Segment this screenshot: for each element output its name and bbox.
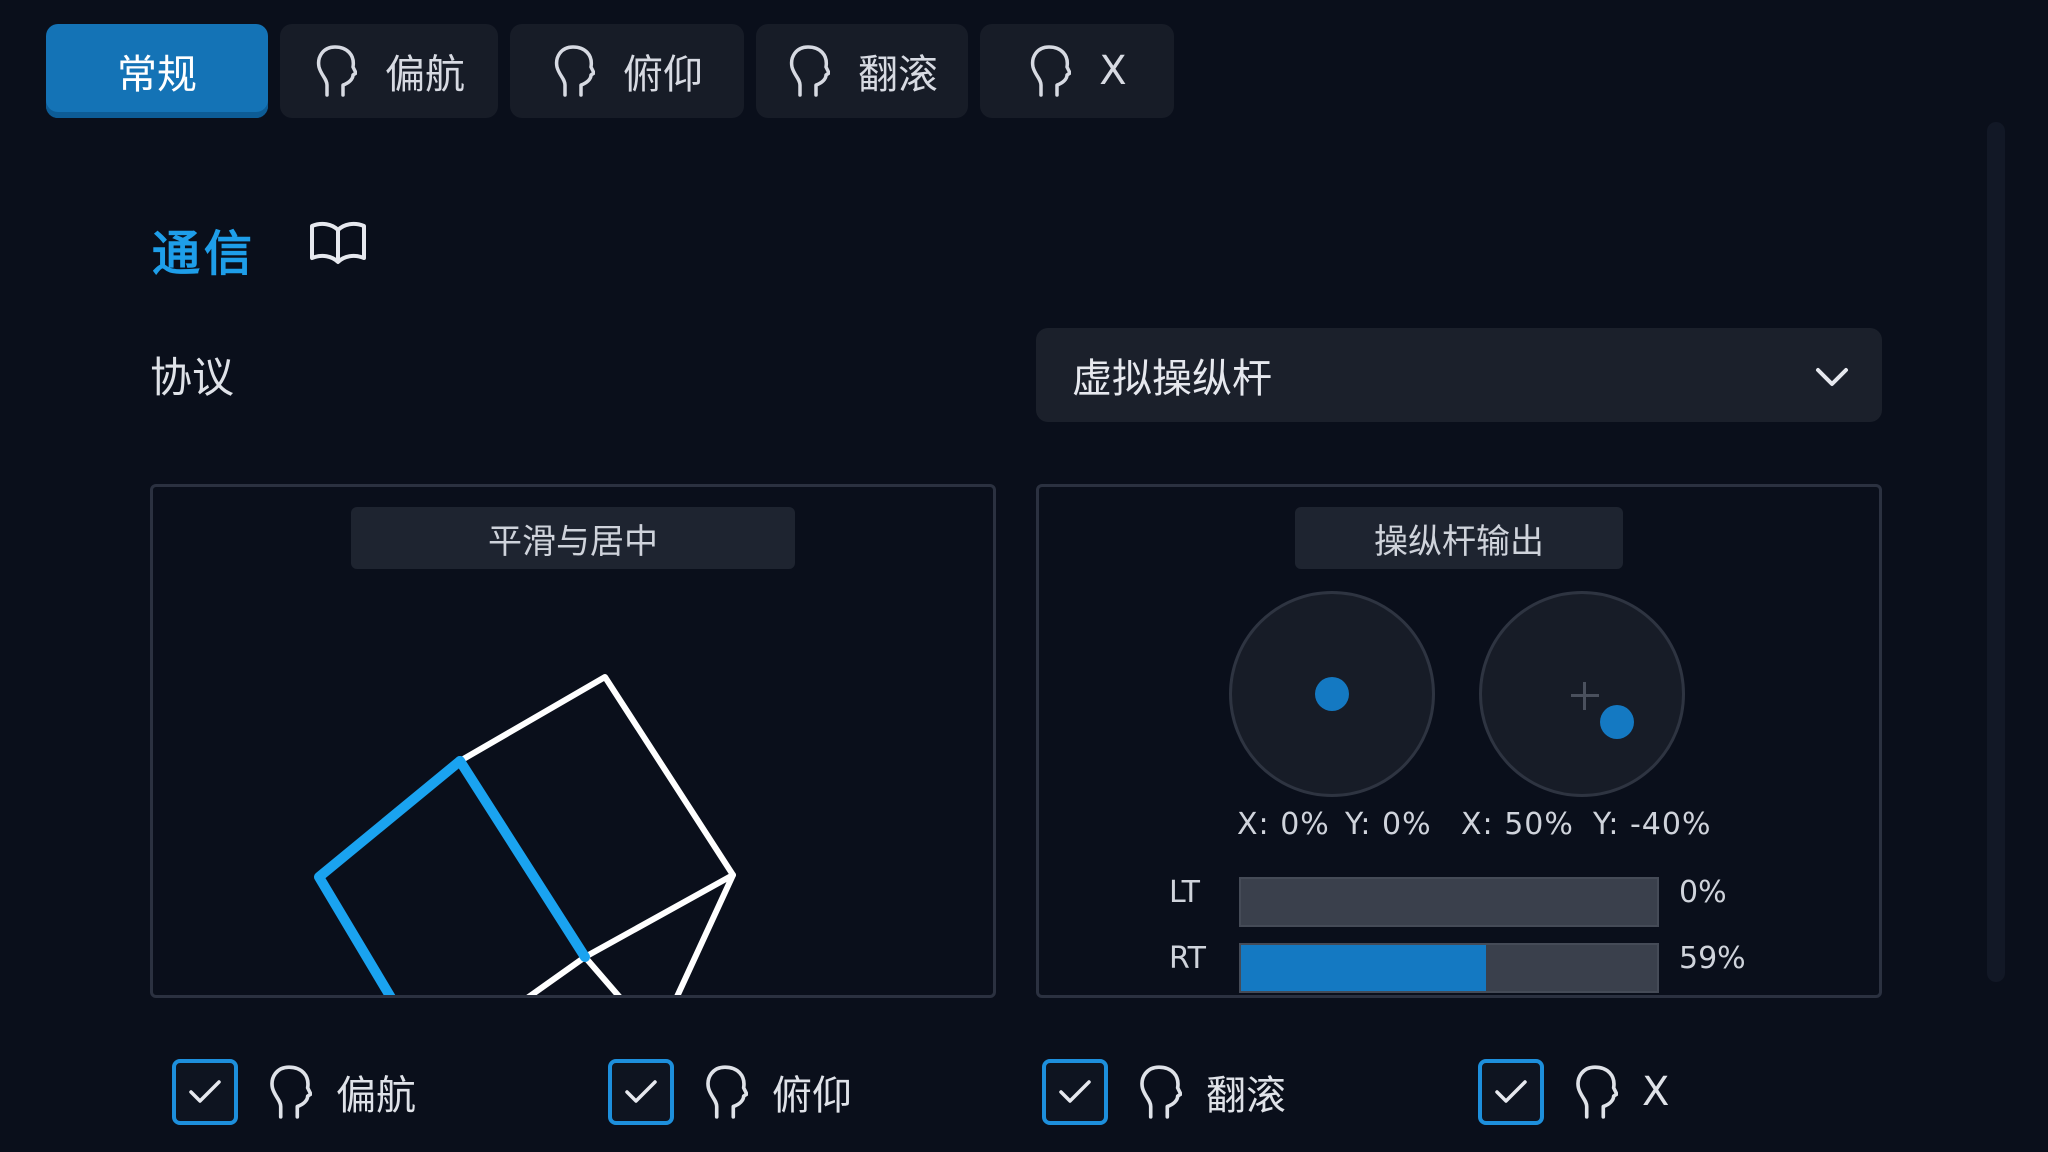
- joystick-output-panel: 操纵杆输出 X: 0% Y: 0% X: 50% Y: -40% LT 0% R…: [1036, 484, 1882, 998]
- checkbox-x[interactable]: X: [1478, 1054, 1669, 1130]
- checkbox-label: 翻滚: [1206, 1073, 1286, 1119]
- head-profile-icon: [313, 43, 358, 99]
- scrollbar[interactable]: [1987, 122, 2005, 982]
- tab-label: 翻滚: [858, 52, 938, 98]
- left-stick-dot: [1315, 677, 1349, 711]
- checkbox-label: 俯仰: [772, 1073, 852, 1119]
- head-profile-icon: [266, 1063, 313, 1121]
- right-stick-y: Y: -40%: [1593, 807, 1712, 842]
- checkbox-label: X: [1642, 1069, 1670, 1115]
- left-stick-y: Y: 0%: [1345, 807, 1432, 842]
- check-icon: [625, 1080, 657, 1103]
- tab-bar: 常规 偏航 俯仰 翻滚 X: [46, 24, 1174, 120]
- checkbox-label: 偏航: [336, 1073, 416, 1119]
- lt-bar: [1239, 877, 1659, 927]
- tab-x[interactable]: X: [980, 24, 1174, 118]
- protocol-select[interactable]: 虚拟操纵杆: [1036, 328, 1882, 422]
- rt-label: RT: [1169, 941, 1206, 976]
- check-icon: [1059, 1080, 1091, 1103]
- right-stick-display: [1479, 591, 1685, 797]
- check-icon: [1495, 1080, 1527, 1103]
- checkbox[interactable]: [172, 1059, 238, 1125]
- head-profile-icon: [702, 1063, 749, 1121]
- section-title: 通信: [152, 226, 257, 282]
- tab-general[interactable]: 常规: [46, 24, 268, 118]
- checkbox[interactable]: [1478, 1059, 1544, 1125]
- head-profile-icon: [1572, 1063, 1619, 1121]
- head-profile-icon: [786, 43, 831, 99]
- checkbox-yaw[interactable]: 偏航: [172, 1054, 416, 1130]
- checkbox[interactable]: [608, 1059, 674, 1125]
- checkbox-roll[interactable]: 翻滚: [1042, 1054, 1286, 1130]
- check-icon: [189, 1080, 221, 1103]
- head-profile-icon: [1027, 43, 1073, 99]
- rt-value: 59%: [1679, 941, 1746, 976]
- rt-bar-fill: [1241, 945, 1487, 991]
- lt-label: LT: [1169, 875, 1200, 910]
- rt-bar: [1239, 943, 1659, 993]
- panel-title: 操纵杆输出: [1295, 507, 1623, 569]
- tab-label: 常规: [117, 52, 197, 98]
- tab-roll[interactable]: 翻滚: [756, 24, 968, 118]
- chevron-down-icon: [1812, 358, 1852, 392]
- book-icon[interactable]: [308, 218, 368, 266]
- protocol-select-value: 虚拟操纵杆: [1072, 356, 1272, 402]
- axis-checkbox-row: 偏航 俯仰 翻滚 X: [0, 1054, 2048, 1134]
- protocol-label: 协议: [150, 353, 235, 402]
- head-profile-icon: [551, 43, 596, 99]
- left-stick-x: X: 0%: [1237, 807, 1330, 842]
- left-stick-display: [1229, 591, 1435, 797]
- checkbox[interactable]: [1042, 1059, 1108, 1125]
- tab-yaw[interactable]: 偏航: [280, 24, 498, 118]
- lt-value: 0%: [1679, 875, 1727, 910]
- tab-label: X: [1099, 48, 1127, 94]
- tab-label: 俯仰: [623, 52, 703, 98]
- tab-pitch[interactable]: 俯仰: [510, 24, 744, 118]
- head-pose-cube: [314, 674, 736, 995]
- tab-label: 偏航: [385, 52, 465, 98]
- crosshair-icon: [1583, 682, 1586, 710]
- smoothing-panel: 平滑与居中: [150, 484, 996, 998]
- right-stick-x: X: 50%: [1461, 807, 1574, 842]
- right-stick-dot: [1600, 705, 1634, 739]
- checkbox-pitch[interactable]: 俯仰: [608, 1054, 852, 1130]
- head-profile-icon: [1136, 1063, 1183, 1121]
